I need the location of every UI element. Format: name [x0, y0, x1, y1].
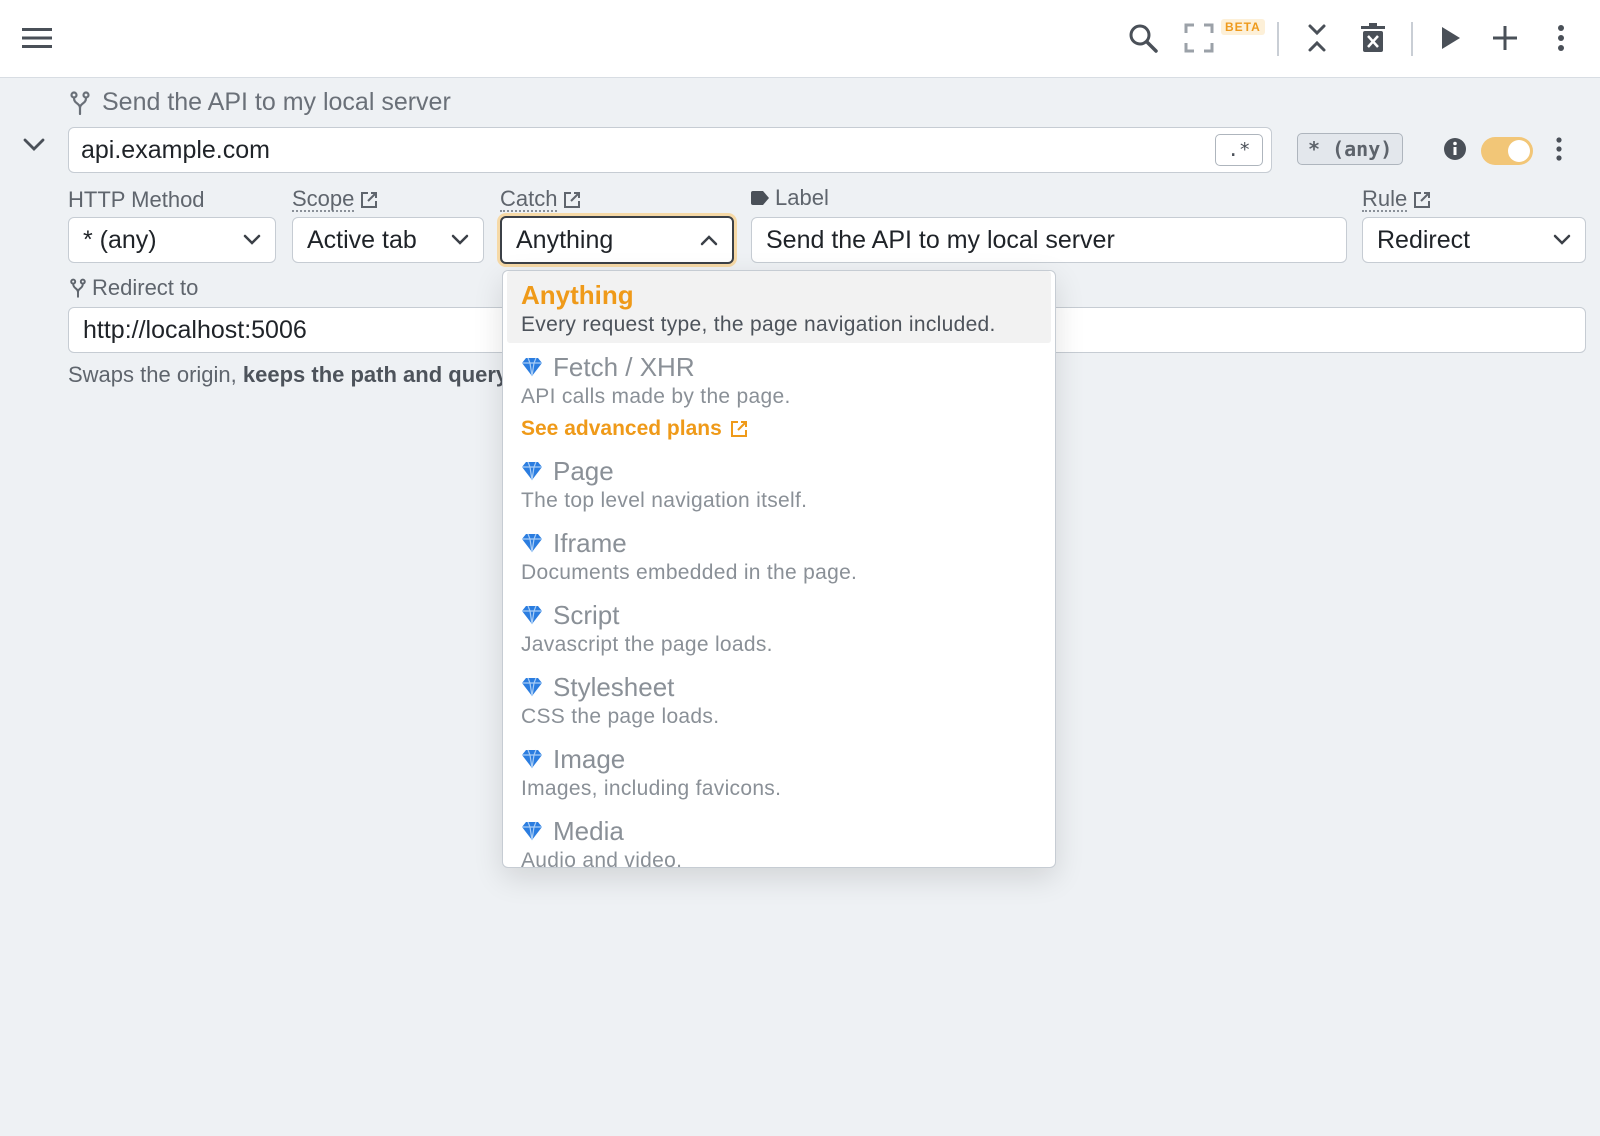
option-title: Iframe [553, 527, 627, 558]
collapse-rule-chevron-icon[interactable] [22, 137, 46, 153]
chevron-down-icon [451, 234, 469, 246]
label-label-text: Label [775, 185, 829, 210]
collapse-all-icon[interactable] [1298, 19, 1336, 57]
option-desc: The top level navigation itself. [521, 489, 808, 512]
toolbar-divider [1277, 22, 1279, 56]
option-title: Fetch / XHR [553, 351, 695, 382]
top-toolbar: BETA [0, 0, 1600, 78]
catch-dropdown-menu: Anything Every request type, the page na… [502, 270, 1056, 868]
helper-prefix: Swaps the origin, [68, 362, 243, 387]
more-vertical-icon[interactable] [1542, 19, 1580, 57]
scope-label-text[interactable]: Scope [292, 187, 355, 213]
external-link-icon[interactable] [360, 191, 378, 209]
add-icon[interactable] [1486, 19, 1524, 57]
rule-title-text: Send the API to my local server [102, 88, 451, 116]
option-stylesheet[interactable]: Stylesheet CSS the page loads. [507, 663, 1051, 729]
plans-link-text[interactable]: See advanced plans [521, 417, 722, 441]
option-title: Anything [521, 279, 634, 310]
menu-icon[interactable] [18, 19, 56, 57]
redirect-to-label-text: Redirect to [92, 275, 199, 300]
rule-type-select[interactable]: Redirect [1362, 217, 1586, 263]
rule-enabled-toggle[interactable] [1481, 137, 1533, 165]
external-link-icon[interactable] [1413, 191, 1431, 209]
scope-select[interactable]: Active tab [292, 217, 484, 263]
fork-icon [70, 90, 90, 115]
premium-diamond-icon [521, 533, 543, 553]
fullscreen-icon[interactable] [1180, 19, 1218, 57]
premium-diamond-icon [521, 461, 543, 481]
rule-more-icon[interactable] [1555, 137, 1563, 161]
option-desc: Documents embedded in the page. [521, 561, 858, 584]
label-input[interactable]: Send the API to my local server [751, 217, 1347, 263]
rule-type-value: Redirect [1377, 225, 1471, 254]
premium-diamond-icon [521, 357, 543, 377]
option-image[interactable]: Image Images, including favicons. [507, 735, 1051, 801]
scope-value: Active tab [307, 225, 417, 254]
external-link-icon[interactable] [563, 191, 581, 209]
option-desc: Javascript the page loads. [521, 633, 773, 656]
fork-icon [70, 278, 86, 298]
http-method-value: * (any) [83, 225, 157, 254]
option-page[interactable]: Page The top level navigation itself. [507, 447, 1051, 513]
tag-icon [751, 191, 769, 205]
see-advanced-plans-link[interactable]: See advanced plans [521, 417, 1037, 441]
option-iframe[interactable]: Iframe Documents embedded in the page. [507, 519, 1051, 585]
redirect-helper-text: Swaps the origin, keeps the path and que… [68, 362, 508, 388]
method-badge[interactable]: * (any) [1297, 133, 1404, 165]
http-method-label-text: HTTP Method [68, 187, 205, 212]
option-title: Media [553, 815, 624, 846]
redirect-to-label: Redirect to [70, 275, 198, 301]
rule-title: Send the API to my local server [70, 88, 451, 117]
premium-diamond-icon [521, 821, 543, 841]
delete-icon[interactable] [1354, 19, 1392, 57]
chevron-down-icon [243, 234, 261, 246]
play-icon[interactable] [1432, 19, 1470, 57]
chevron-up-icon [700, 234, 718, 246]
url-pattern-input[interactable]: api.example.com [68, 127, 1272, 173]
premium-diamond-icon [521, 605, 543, 625]
option-media[interactable]: Media Audio and video. [507, 807, 1051, 868]
info-icon[interactable] [1443, 137, 1467, 161]
toolbar-divider [1411, 22, 1413, 56]
catch-label[interactable]: Catch [500, 187, 581, 213]
option-desc: API calls made by the page. [521, 385, 791, 408]
helper-bold: keeps the path and query. [242, 362, 508, 387]
http-method-label: HTTP Method [68, 187, 205, 213]
option-fetch-xhr[interactable]: Fetch / XHR API calls made by the page. … [507, 343, 1051, 441]
regex-toggle-button[interactable]: .* [1215, 134, 1263, 166]
label-label: Label [751, 185, 829, 211]
option-desc: Every request type, the page navigation … [521, 313, 996, 336]
external-link-icon [730, 420, 748, 438]
chevron-down-icon [1553, 234, 1571, 246]
option-title: Image [553, 743, 626, 774]
option-desc: Audio and video. [521, 849, 683, 868]
catch-label-text[interactable]: Catch [500, 187, 558, 213]
beta-badge: BETA [1221, 19, 1265, 35]
option-title: Script [553, 599, 620, 630]
option-anything[interactable]: Anything Every request type, the page na… [507, 271, 1051, 343]
option-desc: Images, including favicons. [521, 777, 782, 800]
premium-diamond-icon [521, 677, 543, 697]
option-title: Stylesheet [553, 671, 675, 702]
option-desc: CSS the page loads. [521, 705, 720, 728]
catch-select[interactable]: Anything [500, 216, 734, 264]
toggle-knob [1508, 140, 1530, 162]
option-title: Page [553, 455, 614, 486]
option-script[interactable]: Script Javascript the page loads. [507, 591, 1051, 657]
scope-label[interactable]: Scope [292, 187, 378, 213]
rule-type-label[interactable]: Rule [1362, 187, 1431, 213]
search-icon[interactable] [1124, 19, 1162, 57]
catch-value: Anything [516, 225, 614, 254]
rule-type-label-text[interactable]: Rule [1362, 187, 1408, 213]
http-method-select[interactable]: * (any) [68, 217, 276, 263]
premium-diamond-icon [521, 749, 543, 769]
